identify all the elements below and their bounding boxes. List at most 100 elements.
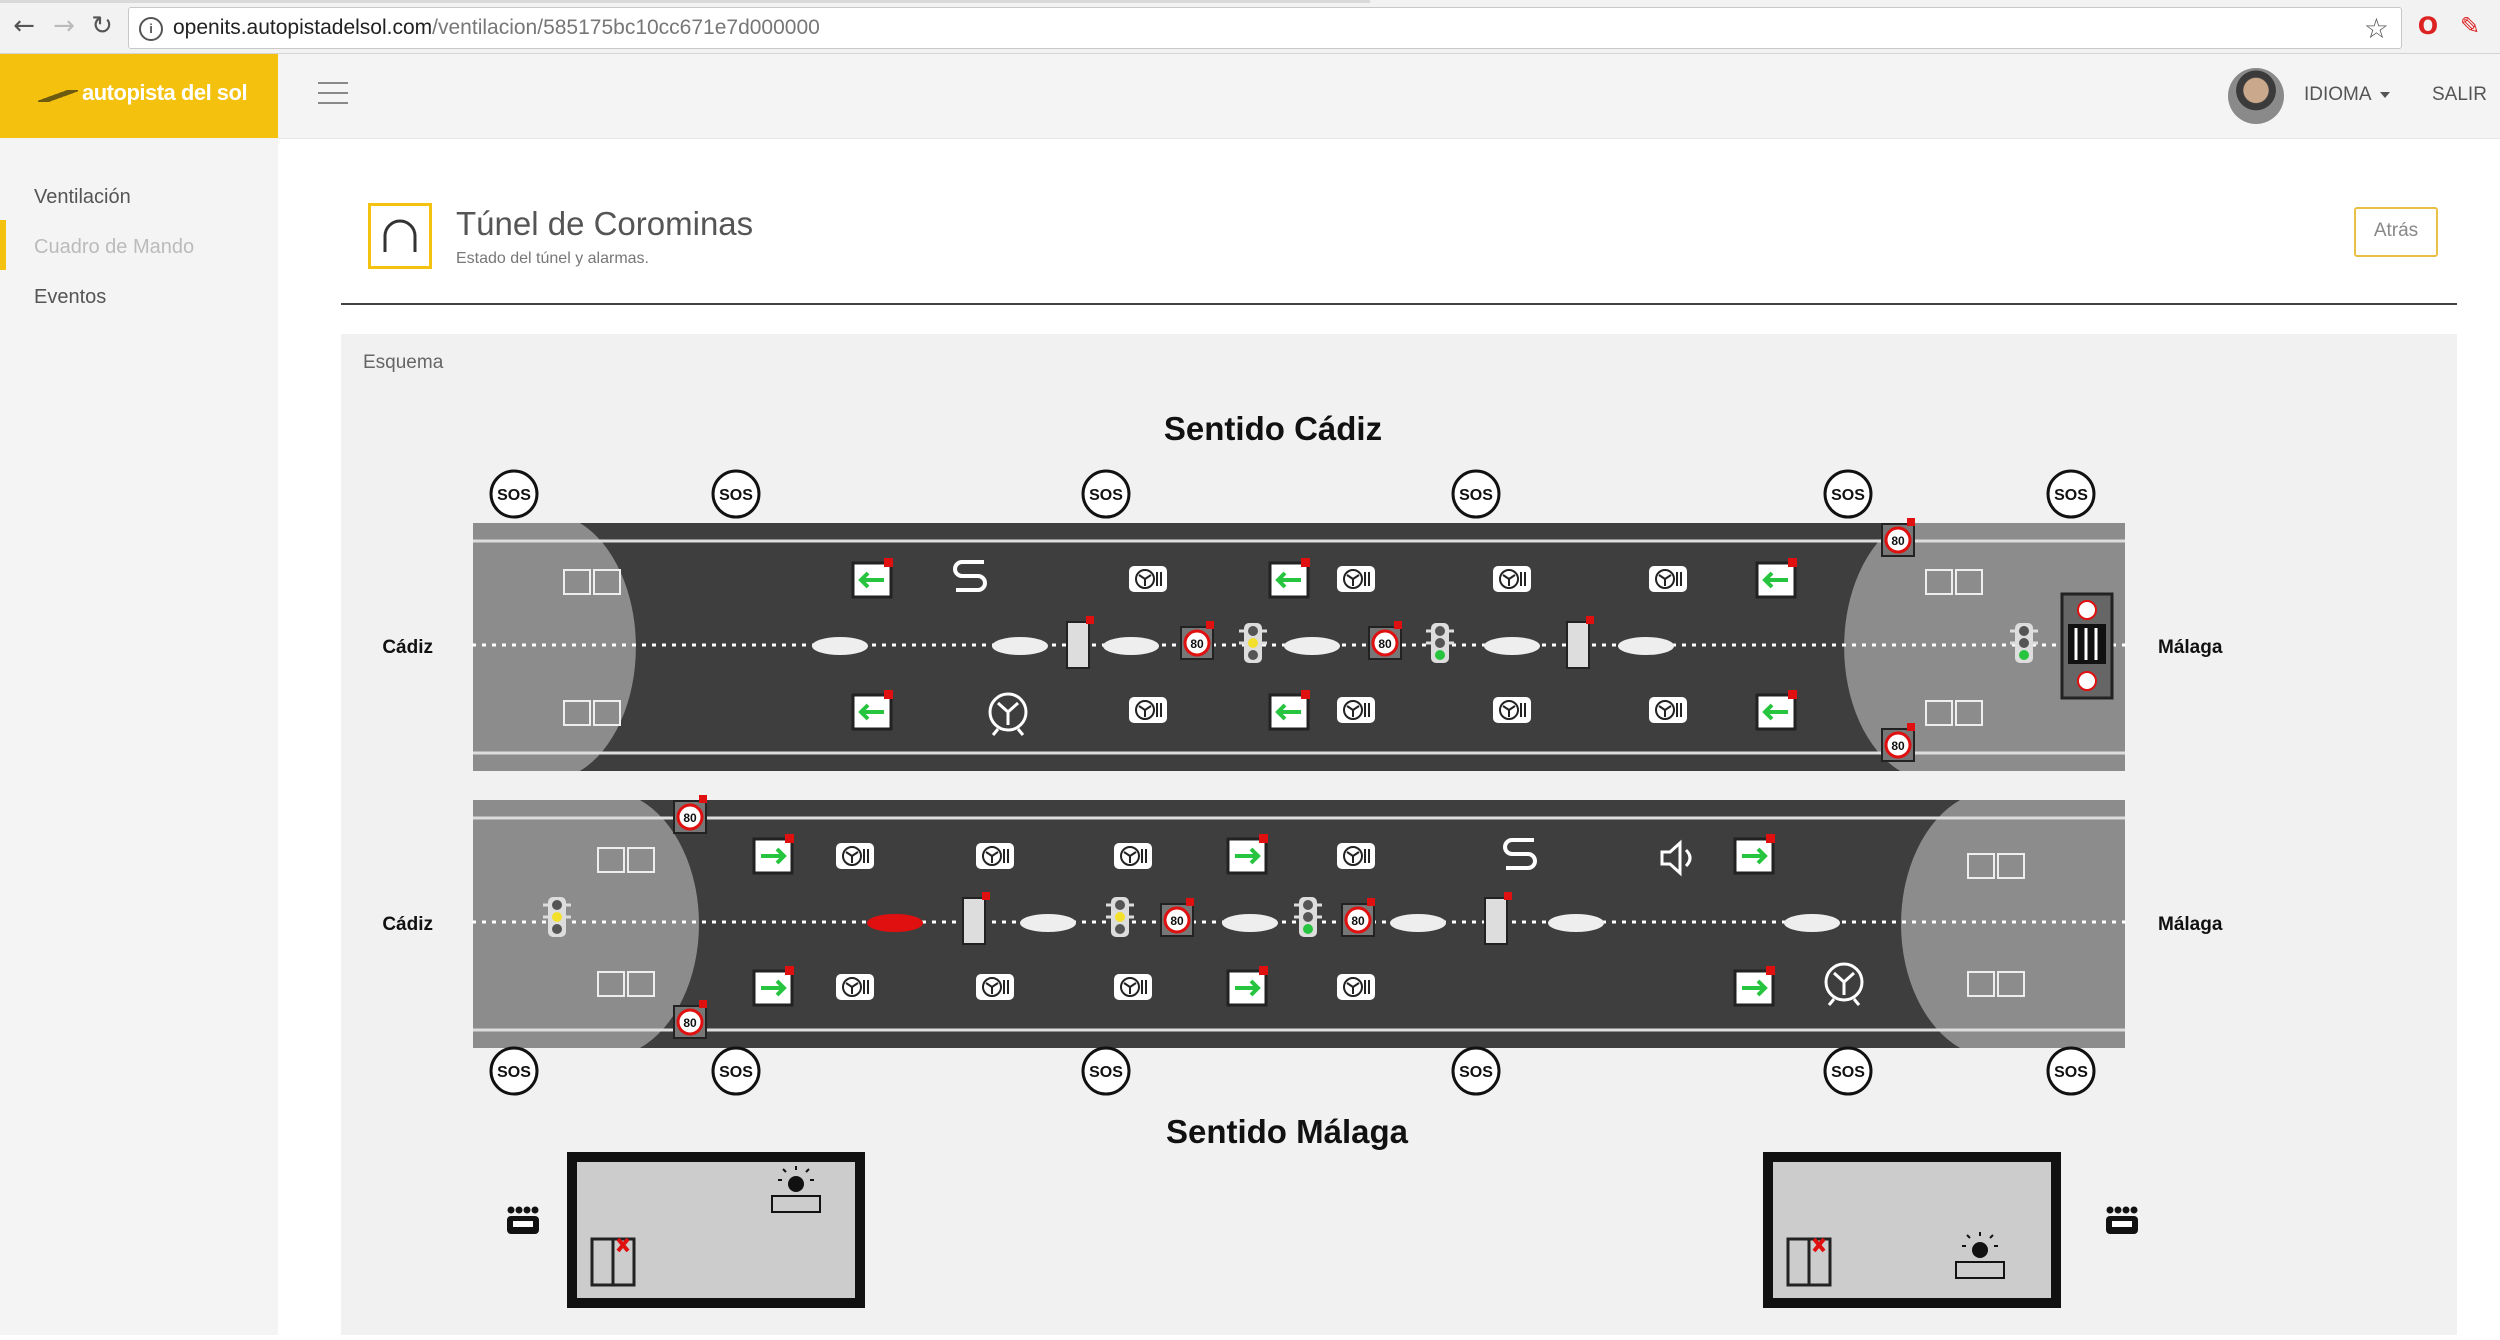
variable-message-panel-icon[interactable] (2060, 592, 2114, 700)
sidebar-item-cuadro-de-mando[interactable]: Cuadro de Mando (34, 236, 194, 259)
sos-button[interactable]: SOS (1081, 469, 1131, 519)
alarm-flag (699, 795, 707, 803)
lane-arrow-right-icon[interactable] (1226, 834, 1268, 875)
speed-limit-sign-icon[interactable]: 80 (673, 795, 707, 834)
lane-barrier-icon[interactable] (1548, 914, 1604, 932)
sos-button[interactable]: SOS (1823, 469, 1873, 519)
info-icon[interactable]: i (139, 17, 163, 41)
lane-barrier-icon[interactable] (867, 914, 923, 932)
lane-barrier-icon[interactable] (1103, 637, 1159, 655)
sos-button[interactable]: SOS (1823, 1046, 1873, 1096)
lane-barrier-icon[interactable] (992, 637, 1048, 655)
jet-fan-icon[interactable] (1493, 566, 1531, 592)
jet-fan-icon[interactable] (1114, 843, 1152, 869)
sos-button[interactable]: SOS (489, 1046, 539, 1096)
lane-barrier-icon[interactable] (1390, 914, 1446, 932)
address-bar[interactable]: i openits.autopistadelsol.com/ventilacio… (128, 7, 2402, 49)
lane-arrow-right-icon[interactable] (752, 966, 794, 1007)
lane-barrier-icon[interactable] (1020, 914, 1076, 932)
sos-button[interactable]: SOS (2046, 1046, 2096, 1096)
bookmark-star-icon[interactable]: ☆ (2364, 12, 2389, 45)
lane-arrow-left-icon[interactable] (851, 690, 893, 731)
sos-button[interactable]: SOS (711, 1046, 761, 1096)
jet-fan-icon[interactable] (1649, 697, 1687, 723)
alarm-flag (1788, 690, 1797, 699)
jet-fan-icon[interactable] (1337, 566, 1375, 592)
alarm-flag (1206, 621, 1214, 629)
speed-limit-sign-icon[interactable]: 80 (673, 1000, 707, 1039)
sos-button[interactable]: SOS (1081, 1046, 1131, 1096)
speed-limit-sign-icon[interactable]: 80 (1160, 898, 1194, 937)
lane-barrier-icon[interactable] (1784, 914, 1840, 932)
jet-fan-icon[interactable] (1114, 974, 1152, 1000)
speed-limit-sign-icon[interactable]: 80 (1341, 898, 1375, 937)
light-lamp (1115, 912, 1125, 922)
forward-arrow-icon[interactable]: → (50, 12, 78, 40)
active-indicator (0, 220, 6, 270)
url-text[interactable]: openits.autopistadelsol.com/ventilacion/… (173, 16, 820, 40)
light-lamp (552, 900, 562, 910)
lane-arrow-left-icon[interactable] (1268, 558, 1310, 599)
back-button[interactable]: Atrás (2354, 207, 2438, 257)
sidebar-item-eventos[interactable]: Eventos (34, 286, 106, 309)
speed-limit-sign-icon[interactable]: 80 (1180, 621, 1214, 660)
language-dropdown[interactable]: IDIOMA (2304, 84, 2390, 106)
lane-arrow-right-icon[interactable] (752, 834, 794, 875)
speed-limit-label: 80 (1891, 534, 1905, 548)
barrier-gate-icon[interactable] (1566, 616, 1594, 669)
light-lamp (1248, 650, 1258, 660)
technical-room-malaga[interactable] (1763, 1152, 2061, 1308)
lane-arrow-right-icon[interactable] (1733, 834, 1775, 875)
lane-barrier-icon[interactable] (1484, 637, 1540, 655)
lane-arrow-right-icon[interactable] (1226, 966, 1268, 1007)
pdf-extension-icon[interactable]: ✎ (2456, 12, 2484, 40)
jet-fan-icon[interactable] (1129, 566, 1167, 592)
sos-button[interactable]: SOS (2046, 469, 2096, 519)
lane-arrow-right-icon[interactable] (1733, 966, 1775, 1007)
barrier-gate-icon[interactable] (962, 892, 990, 945)
lane-arrow-left-icon[interactable] (1755, 690, 1797, 731)
user-avatar[interactable] (2228, 68, 2284, 124)
sos-button[interactable]: SOS (489, 469, 539, 519)
lane-barrier-icon[interactable] (1284, 637, 1340, 655)
sos-button[interactable]: SOS (1451, 469, 1501, 519)
lane-barrier-icon[interactable] (812, 637, 868, 655)
lane-arrow-left-icon[interactable] (1268, 690, 1310, 731)
light-lamp (1435, 650, 1445, 660)
jet-fan-icon[interactable] (836, 843, 874, 869)
jet-fan-icon[interactable] (1337, 974, 1375, 1000)
vms-disc (2077, 671, 2097, 691)
hamburger-menu-icon[interactable] (318, 82, 348, 106)
sos-button[interactable]: SOS (1451, 1046, 1501, 1096)
opera-extension-icon[interactable]: O (2414, 12, 2442, 40)
sidebar-item-ventilacion[interactable]: Ventilación (34, 186, 131, 209)
logout-link[interactable]: SALIR (2432, 84, 2487, 106)
barrier-gate-icon[interactable] (1484, 892, 1512, 945)
lane-arrow-left-icon[interactable] (1755, 558, 1797, 599)
lane-barrier-icon[interactable] (1222, 914, 1278, 932)
emergency-phone-icon[interactable] (507, 1206, 539, 1235)
sos-button[interactable]: SOS (711, 469, 761, 519)
page-subtitle: Estado del túnel y alarmas. (456, 250, 649, 267)
back-arrow-icon[interactable]: ← (10, 12, 38, 40)
jet-fan-icon[interactable] (1649, 566, 1687, 592)
jet-fan-icon[interactable] (1493, 697, 1531, 723)
speed-limit-sign-icon[interactable]: 80 (1881, 518, 1915, 557)
jet-fan-icon[interactable] (836, 974, 874, 1000)
speed-limit-sign-icon[interactable]: 80 (1881, 723, 1915, 762)
jet-fan-icon[interactable] (976, 974, 1014, 1000)
barrier-gate-icon[interactable] (1066, 616, 1094, 669)
tunnel-icon (368, 203, 432, 269)
brand-logo[interactable]: autopista del sol (0, 54, 278, 138)
technical-room-cadiz[interactable] (567, 1152, 865, 1308)
emergency-phone-icon[interactable] (2106, 1206, 2138, 1235)
speed-limit-sign-icon[interactable]: 80 (1368, 621, 1402, 660)
lane-barrier-icon[interactable] (1618, 637, 1674, 655)
jet-fan-icon[interactable] (1129, 697, 1167, 723)
jet-fan-icon[interactable] (1337, 697, 1375, 723)
jet-fan-icon[interactable] (1337, 843, 1375, 869)
jet-fan-icon[interactable] (976, 843, 1014, 869)
reload-icon[interactable]: ↻ (88, 12, 116, 40)
lane-arrow-left-icon[interactable] (851, 558, 893, 599)
portal-zone-right (1901, 800, 2125, 1048)
